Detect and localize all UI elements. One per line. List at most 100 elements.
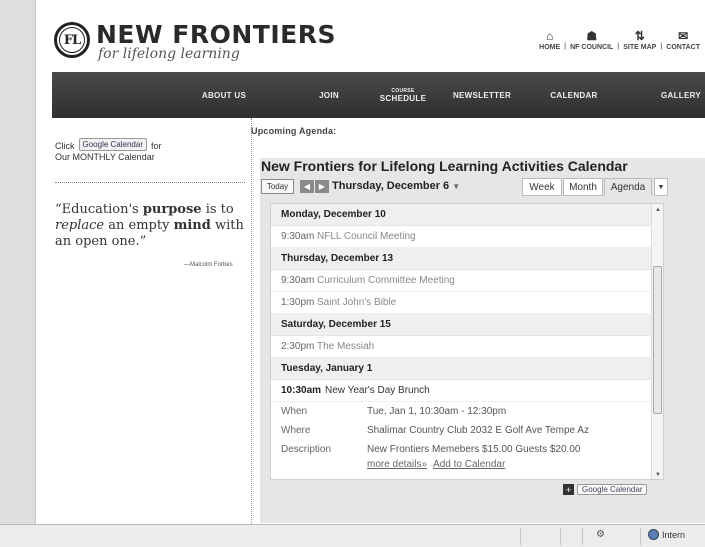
nav-label: GALLERY <box>660 90 702 100</box>
detail-value: Tue, Jan 1, 10:30am - 12:30pm <box>367 406 507 417</box>
nav-about-us[interactable]: ABOUT US <box>184 72 264 118</box>
add-to-calendar-link[interactable]: Add to Calendar <box>433 459 505 473</box>
view-tab-month[interactable]: Month <box>563 178 603 196</box>
current-date-dropdown[interactable]: Thursday, December 6 ▼ <box>332 180 460 192</box>
scroll-up-icon[interactable]: ▲ <box>652 204 663 216</box>
event-time: 2:30pm <box>281 341 315 352</box>
day-header: Tuesday, January 1 <box>271 358 663 380</box>
divider <box>55 182 245 183</box>
event-title: The Messiah <box>317 341 375 352</box>
event-links: more details» Add to Calendar <box>271 459 663 473</box>
nav-newsletter[interactable]: NEWSLETTER <box>442 72 522 118</box>
event-title: Curriculum Committee Meeting <box>317 275 455 286</box>
security-icon[interactable]: ⚙ <box>596 529 605 540</box>
agenda-scrollbar[interactable]: ▲ ▼ <box>651 204 663 479</box>
google-calendar-badge[interactable]: + Google Calendar <box>563 483 648 496</box>
event-row[interactable]: 2:30pm The Messiah <box>271 336 663 358</box>
current-date: Thursday, December 6 <box>332 180 450 192</box>
quote: “Education's purpose is to replace an em… <box>55 202 247 250</box>
logo-letters: FL <box>63 32 81 48</box>
next-arrow-icon[interactable]: ▶ <box>315 180 329 193</box>
view-tab-week[interactable]: Week <box>522 178 562 196</box>
contact-icon: ✉ <box>678 29 689 43</box>
security-zone[interactable]: Intern <box>648 529 685 540</box>
view-tab-agenda[interactable]: Agenda <box>604 178 652 196</box>
site-header: FL NEW FRONTIERS for lifelong learning ⌂… <box>36 0 705 72</box>
calendar-toolbar: Today ◀ ▶ Thursday, December 6 ▼ Week Mo… <box>260 178 705 196</box>
event-row[interactable]: 1:30pm Saint John's Bible <box>271 292 663 314</box>
separator: | <box>660 43 663 50</box>
separator: | <box>564 43 567 50</box>
calendar-title: New Frontiers for Lifelong Learning Acti… <box>261 158 628 174</box>
detail-value: New Frontiers Memebers $15.00 Guests $20… <box>367 444 581 455</box>
top-link-label: CONTACT <box>666 44 700 51</box>
event-title: NFLL Council Meeting <box>317 231 416 242</box>
agenda-list: Monday, December 10 9:30am NFLL Council M… <box>270 203 664 480</box>
detail-label: Description <box>281 444 332 455</box>
event-title: Saint John's Bible <box>317 297 397 308</box>
upcoming-agenda-label: Upcoming Agenda: <box>251 126 337 136</box>
top-link-council[interactable]: ☗ NF COUNCIL <box>570 30 613 51</box>
nav-join[interactable]: JOIN <box>304 72 354 118</box>
view-dropdown-icon[interactable]: ▼ <box>654 178 668 196</box>
top-link-home[interactable]: ⌂ HOME <box>539 30 560 51</box>
top-link-label: SITE MAP <box>623 44 657 51</box>
detail-value: Shalimar Country Club 2032 E Golf Ave Te… <box>367 425 589 436</box>
event-row-expanded[interactable]: 10:30am New Year's Day Brunch <box>271 380 663 402</box>
top-links: ⌂ HOME | ☗ NF COUNCIL | ⇅ SITE MAP | ✉ C… <box>539 30 700 51</box>
event-description: Description New Frontiers Memebers $15.00… <box>271 440 663 459</box>
event-row[interactable]: 9:30am Curriculum Committee Meeting <box>271 270 663 292</box>
globe-icon <box>648 529 659 540</box>
nav-calendar[interactable]: CALENDAR <box>534 72 614 118</box>
quote-part: is to <box>201 202 234 217</box>
sidebar: Click Google Calendar for Our MONTHLY Cale… <box>52 118 252 524</box>
separator: | <box>617 43 620 50</box>
nav-schedule[interactable]: COURSE SCHEDULE <box>368 72 438 118</box>
google-calendar-badge-label: Google Calendar <box>577 484 648 495</box>
click-text: Click <box>55 141 75 151</box>
more-details-link[interactable]: more details» <box>367 459 427 473</box>
scroll-down-icon[interactable]: ▼ <box>652 469 663 479</box>
prev-arrow-icon[interactable]: ◀ <box>300 180 314 193</box>
event-time: 9:30am <box>281 275 315 286</box>
scrollbar-thumb[interactable] <box>653 266 662 414</box>
logo-seal-icon[interactable]: FL <box>54 22 90 58</box>
top-link-label: HOME <box>539 44 561 51</box>
event-where: Where Shalimar Country Club 2032 E Golf A… <box>271 421 663 440</box>
nav-gallery[interactable]: GALLERY <box>646 72 705 118</box>
home-icon: ⌂ <box>546 29 554 43</box>
event-time: 9:30am <box>281 231 315 242</box>
event-row[interactable]: 9:30am NFLL Council Meeting <box>271 226 663 248</box>
nav-label: JOIN <box>319 90 339 100</box>
nav-label: CALENDAR <box>550 90 598 100</box>
status-cell <box>560 528 561 545</box>
main-nav: ABOUT US JOIN COURSE SCHEDULE NEWSLETTER … <box>52 72 705 118</box>
for-text: for <box>150 141 162 151</box>
site-tagline: for lifelong learning <box>98 46 240 62</box>
google-calendar-prompt: Click Google Calendar for Our MONTHLY Cale… <box>55 138 162 163</box>
event-time: 1:30pm <box>281 297 315 308</box>
today-button[interactable]: Today <box>261 179 294 194</box>
event-title: New Year's Day Brunch <box>325 385 430 396</box>
plus-icon: + <box>563 484 574 495</box>
status-cell <box>640 528 641 545</box>
site-title[interactable]: NEW FRONTIERS <box>96 22 336 47</box>
dropdown-arrow-icon: ▼ <box>452 182 461 191</box>
quote-author: —Malcolm Forbes <box>184 262 233 268</box>
top-link-sitemap[interactable]: ⇅ SITE MAP <box>623 30 656 51</box>
nav-label: ABOUT US <box>201 90 247 100</box>
council-icon: ☗ <box>586 29 598 43</box>
day-header: Thursday, December 13 <box>271 248 663 270</box>
calendar-widget: New Frontiers for Lifelong Learning Acti… <box>260 158 705 523</box>
browser-status-bar: ⚙ Intern <box>0 524 705 547</box>
sitemap-icon: ⇅ <box>634 29 645 43</box>
detail-label: When <box>281 406 308 417</box>
google-calendar-button[interactable]: Google Calendar <box>78 138 147 151</box>
zone-label: Intern <box>662 529 686 540</box>
quote-part: “Education's <box>55 202 143 217</box>
day-header: Saturday, December 15 <box>271 314 663 336</box>
top-link-contact[interactable]: ✉ CONTACT <box>666 30 700 51</box>
quote-part: purpose <box>142 202 202 217</box>
status-cell <box>582 528 583 545</box>
quote-part: an empty <box>104 218 174 233</box>
